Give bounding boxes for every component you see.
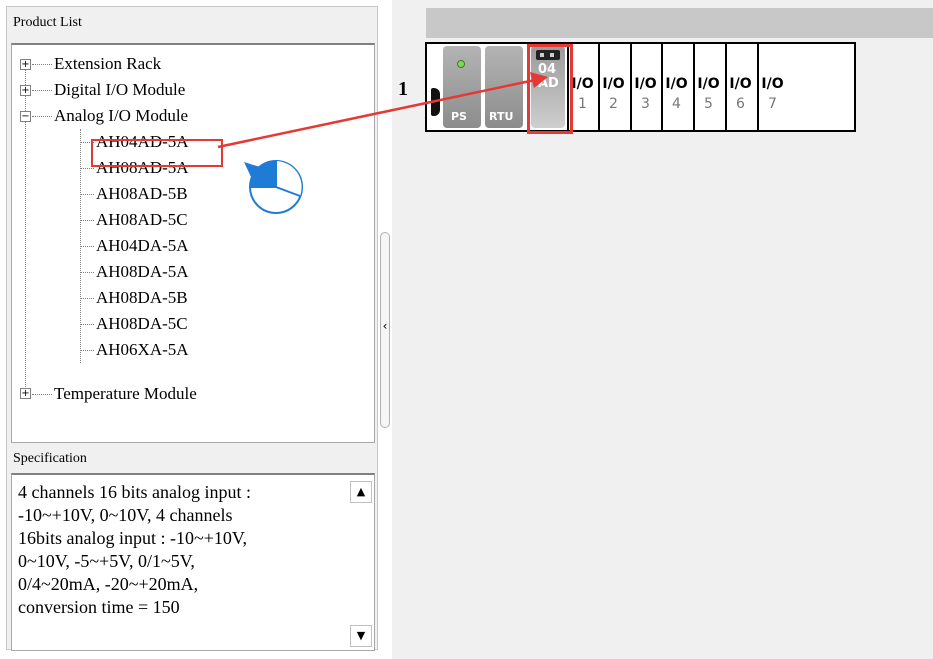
tree-connector [80, 194, 94, 195]
power-led-icon [457, 60, 465, 68]
io-slot[interactable]: I/O 3 [630, 44, 659, 130]
ps-label: PS [451, 110, 467, 123]
rack-panel: 1 PS RTU 04 AD I/O 1 I/O 2 I/O 3 I/O 4 I… [392, 0, 933, 659]
specification-box: 4 channels 16 bits analog input : -10~+1… [11, 473, 375, 651]
tree-item-ah08da-5a[interactable]: AH08DA-5A [96, 259, 189, 285]
tree-connector [80, 298, 94, 299]
tree-connector [32, 90, 52, 91]
specification-header: Specification [7, 445, 377, 473]
tree-item-extension-rack[interactable]: Extension Rack [54, 51, 161, 77]
tree-root-line [25, 59, 26, 395]
io-slot-title: I/O [697, 76, 720, 92]
io-slot-number: 7 [768, 96, 777, 112]
tree-connector [80, 350, 94, 351]
io-slot[interactable]: I/O 2 [598, 44, 627, 130]
tree-item-digital-io-module[interactable]: Digital I/O Module [54, 77, 185, 103]
io-slot-title: I/O [634, 76, 657, 92]
tree-connector [32, 394, 52, 395]
expand-icon[interactable]: + [20, 388, 31, 399]
tree-item-analog-io-module[interactable]: Analog I/O Module [54, 103, 188, 129]
io-slot[interactable]: I/O 7 [757, 44, 786, 130]
tree-connector [80, 272, 94, 273]
tree-connector [80, 220, 94, 221]
io-slot-title: I/O [665, 76, 688, 92]
io-slot-number: 2 [609, 96, 618, 112]
tree-item-ah08ad-5b[interactable]: AH08AD-5B [96, 181, 188, 207]
tree-item-ah04da-5a[interactable]: AH04DA-5A [96, 233, 189, 259]
rack-header-bar [426, 8, 933, 38]
selected-item-highlight [91, 139, 223, 167]
io-slot[interactable]: I/O 5 [693, 44, 722, 130]
specification-text: 4 channels 16 bits analog input : -10~+1… [18, 482, 251, 617]
step-number-label: 1 [398, 78, 408, 100]
tree-connector [80, 168, 94, 169]
scroll-up-button[interactable]: ▲ [350, 481, 372, 503]
io-slot-number: 4 [672, 96, 681, 112]
rtu-label: RTU [489, 110, 514, 123]
rack-connector [431, 88, 440, 116]
tree-connector [32, 64, 52, 65]
tree-item-temperature-module[interactable]: Temperature Module [54, 381, 197, 407]
io-slot-number: 3 [641, 96, 650, 112]
product-list-header: Product List [7, 9, 377, 37]
backplane-rack: PS RTU 04 AD I/O 1 I/O 2 I/O 3 I/O 4 I/O… [425, 42, 856, 132]
expand-icon[interactable]: + [20, 59, 31, 70]
io-slot-title: I/O [602, 76, 625, 92]
product-list-panel: Product List + Extension Rack + Digital … [6, 6, 378, 651]
tree-connector [32, 116, 52, 117]
scroll-down-button[interactable]: ▼ [350, 625, 372, 647]
product-tree[interactable]: + Extension Rack + Digital I/O Module − … [11, 43, 375, 443]
io-slot[interactable]: I/O 6 [725, 44, 754, 130]
tree-item-ah08da-5b[interactable]: AH08DA-5B [96, 285, 188, 311]
tree-item-ah06xa-5a[interactable]: AH06XA-5A [96, 337, 189, 363]
collapse-icon[interactable]: − [20, 111, 31, 122]
specification-scrollbar[interactable]: ▲ ▼ [350, 479, 372, 649]
tree-item-ah08da-5c[interactable]: AH08DA-5C [96, 311, 188, 337]
ps-module[interactable]: PS [443, 46, 481, 128]
tree-connector [80, 324, 94, 325]
io-slot-number: 1 [578, 96, 587, 112]
io-slot-number: 5 [704, 96, 713, 112]
io-slot-title: I/O [571, 76, 594, 92]
expand-icon[interactable]: + [20, 85, 31, 96]
panel-splitter[interactable]: ‹ [380, 232, 390, 428]
target-slot-highlight [527, 44, 573, 134]
io-slot[interactable]: I/O 4 [661, 44, 690, 130]
io-slot-title: I/O [729, 76, 752, 92]
io-slot-title: I/O [761, 76, 784, 92]
tree-connector [80, 246, 94, 247]
tree-item-ah08ad-5c[interactable]: AH08AD-5C [96, 207, 188, 233]
io-slot-number: 6 [736, 96, 745, 112]
rtu-module[interactable]: RTU [485, 46, 523, 128]
